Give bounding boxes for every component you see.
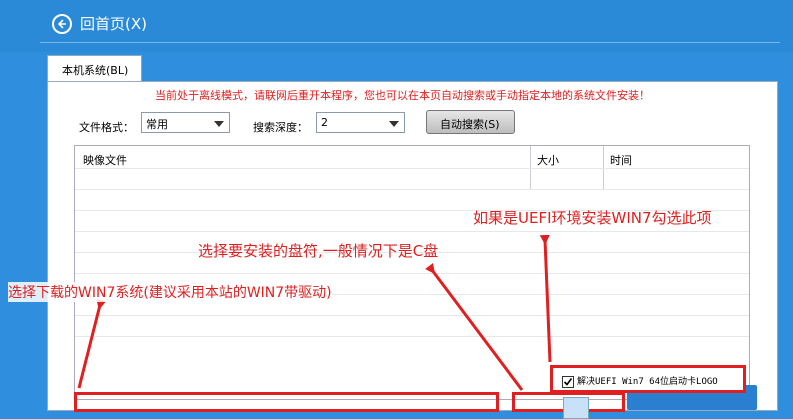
- arrow-to-disk-option: [425, 263, 524, 391]
- annotation-disk-hint: 选择要安装的盘符,一般情况下是C盘: [198, 242, 439, 260]
- arrow-to-file-select: [77, 298, 107, 389]
- annotation-arrows: [77, 234, 552, 391]
- annotation-file-hint: 选择下载的WIN7系统(建议采用本站的WIN7带驱动): [8, 282, 332, 302]
- annotation-uefi-hint: 如果是UEFI环境安装WIN7勾选此项: [473, 209, 712, 227]
- disk-option[interactable]: [563, 397, 589, 419]
- arrow-to-uefi-checkbox: [539, 234, 552, 363]
